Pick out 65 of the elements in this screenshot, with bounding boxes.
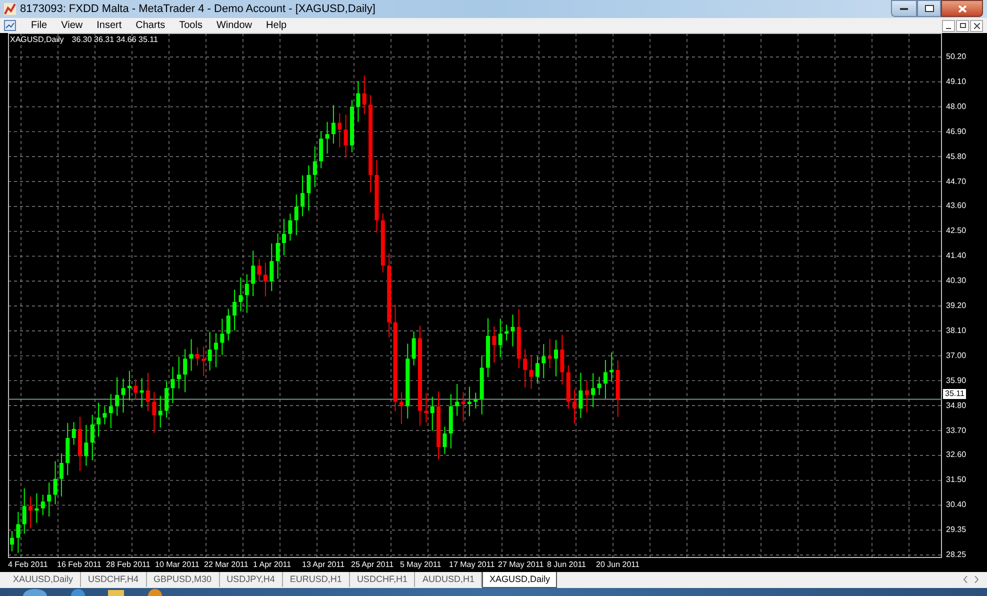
minimize-button[interactable] xyxy=(891,0,917,17)
date-label: 17 May 2011 xyxy=(449,561,495,569)
chart-tab[interactable]: USDJPY,H4 xyxy=(220,572,283,587)
price-label: 46.90 xyxy=(946,128,966,136)
menu-item[interactable]: Charts xyxy=(128,20,172,30)
date-label: 22 Mar 2011 xyxy=(204,561,248,569)
menu-item[interactable]: Help xyxy=(259,20,294,30)
date-label: 20 Jun 2011 xyxy=(596,561,640,569)
price-label: 34.80 xyxy=(946,402,966,410)
price-label: 37.00 xyxy=(946,352,966,360)
price-label: 49.10 xyxy=(946,78,966,86)
close-child-button[interactable] xyxy=(970,20,983,32)
price-label: 42.50 xyxy=(946,227,966,236)
date-label: 8 Jun 2011 xyxy=(547,561,586,569)
price-label: 50.20 xyxy=(946,53,966,61)
date-label: 16 Feb 2011 xyxy=(57,561,102,569)
scroll-left-icon[interactable] xyxy=(963,576,968,583)
menu-item[interactable]: File xyxy=(24,20,54,30)
folder-icon[interactable] xyxy=(106,588,126,596)
ohlc-values: 36.30 36.31 34.66 35.11 xyxy=(72,36,158,44)
price-label: 41.40 xyxy=(946,252,966,260)
chart-window-icon xyxy=(4,20,16,31)
date-label: 10 Mar 2011 xyxy=(155,561,200,569)
price-label: 48.00 xyxy=(946,102,966,111)
menu-item[interactable]: View xyxy=(54,20,90,30)
date-label: 27 May 2011 xyxy=(498,561,544,569)
close-icon xyxy=(958,4,966,12)
current-price-tag: 35.11 xyxy=(943,389,966,400)
price-label: 43.60 xyxy=(946,202,966,210)
price-label: 44.70 xyxy=(946,178,966,186)
price-label: 31.50 xyxy=(946,476,966,484)
menu-item[interactable]: Tools xyxy=(172,20,210,30)
price-label: 35.90 xyxy=(946,376,966,385)
price-label: 29.35 xyxy=(946,526,966,534)
price-label: 33.70 xyxy=(946,426,966,434)
date-label: 5 May 2011 xyxy=(400,561,442,569)
menu-item[interactable]: Window xyxy=(209,20,260,30)
chart-tab[interactable]: USDCHF,H4 xyxy=(81,572,147,587)
minimize-child-button[interactable] xyxy=(942,20,955,32)
price-label: 28.25 xyxy=(946,551,966,559)
price-label: 39.20 xyxy=(946,302,966,310)
date-label: 25 Apr 2011 xyxy=(351,561,394,569)
restore-child-button[interactable] xyxy=(956,20,969,32)
chart-tab[interactable]: XAGUSD,Daily xyxy=(482,572,557,588)
date-label: 4 Feb 2011 xyxy=(8,561,48,569)
date-label: 28 Feb 2011 xyxy=(106,561,150,569)
price-label: 45.80 xyxy=(946,152,966,161)
chart-tab[interactable]: EURUSD,H1 xyxy=(282,572,350,587)
price-label: 30.40 xyxy=(946,501,966,510)
menu-item[interactable]: Insert xyxy=(90,20,129,30)
chart-tab[interactable]: XAUUSD,Daily xyxy=(6,572,82,587)
chart-tab[interactable]: USDCHF,H1 xyxy=(350,572,416,587)
symbol-label: XAGUSD,Daily xyxy=(10,36,64,44)
app-logo-icon xyxy=(4,3,16,15)
maximize-button[interactable] xyxy=(917,0,941,17)
close-icon xyxy=(974,22,980,28)
close-button[interactable] xyxy=(941,0,983,17)
window-title: 8173093: FXDD Malta - MetaTrader 4 - Demo Account - [XAGUSD,Daily] xyxy=(20,2,376,17)
price-label: 32.60 xyxy=(946,451,966,460)
scroll-right-icon[interactable] xyxy=(974,576,979,583)
date-label: 1 Apr 2011 xyxy=(253,561,292,569)
chart-tab[interactable]: GBPUSD,M30 xyxy=(146,572,220,587)
price-label: 40.30 xyxy=(946,277,966,286)
date-label: 13 Apr 2011 xyxy=(302,561,345,569)
price-label: 38.10 xyxy=(946,326,966,335)
